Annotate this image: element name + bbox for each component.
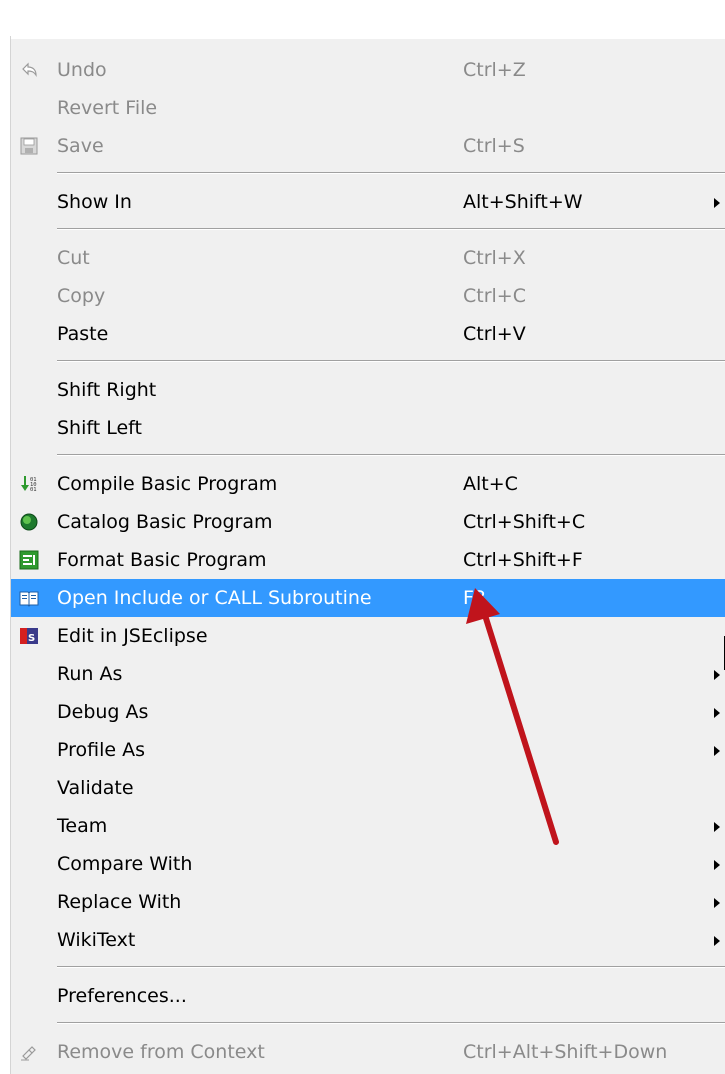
menu-item-open-include-or-call-subroutine[interactable]: Open Include or CALL Subroutine F3 [11, 579, 725, 617]
menu-item-label: Shift Right [57, 379, 157, 401]
menu-item-label: Show In [57, 191, 132, 213]
menu-item-compare-with[interactable]: Compare With [11, 845, 725, 883]
submenu-arrow-icon [714, 822, 720, 832]
menu-item-label: Format Basic Program [57, 549, 267, 571]
menu-item-wikitext[interactable]: WikiText [11, 921, 725, 959]
menu-item-shortcut: Ctrl+Z [463, 59, 526, 81]
menu-item-label: Open Include or CALL Subroutine [57, 587, 372, 609]
menu-item-label: Undo [57, 59, 107, 81]
menu-separator [57, 172, 725, 174]
format-document-icon [19, 550, 39, 570]
menu-item-label: Remove from Context [57, 1041, 265, 1063]
menu-item-copy[interactable]: Copy Ctrl+C [11, 277, 725, 315]
menu-item-format-basic-program[interactable]: Format Basic Program Ctrl+Shift+F [11, 541, 725, 579]
menu-item-catalog-basic-program[interactable]: Catalog Basic Program Ctrl+Shift+C [11, 503, 725, 541]
menu-item-profile-as[interactable]: Profile As [11, 731, 725, 769]
menu-item-shortcut: Ctrl+Shift+F [463, 549, 583, 571]
svg-text:01: 01 [30, 487, 37, 493]
menu-item-shift-right[interactable]: Shift Right [11, 371, 725, 409]
menu-item-label: Profile As [57, 739, 146, 761]
submenu-arrow-icon [714, 746, 720, 756]
save-icon [20, 137, 38, 155]
catalog-globe-icon [20, 513, 38, 531]
menu-top-edge [11, 36, 725, 39]
menu-item-shortcut: F3 [463, 587, 487, 609]
menu-item-label: Compare With [57, 853, 193, 875]
menu-item-label: Catalog Basic Program [57, 511, 273, 533]
menu-item-label: Edit in JSEclipse [57, 625, 208, 647]
context-menu: Undo Ctrl+Z Revert File Save Ctrl+S Show… [10, 36, 725, 1074]
menu-item-shortcut: Ctrl+C [463, 285, 526, 307]
menu-item-label: Compile Basic Program [57, 473, 278, 495]
menu-item-show-in[interactable]: Show In Alt+Shift+W [11, 183, 725, 221]
menu-item-label: Paste [57, 323, 109, 345]
menu-item-label: Team [57, 815, 108, 837]
submenu-arrow-icon [714, 708, 720, 718]
jseclipse-icon: S [20, 628, 38, 644]
menu-item-label: Revert File [57, 97, 158, 119]
menu-separator [57, 454, 725, 456]
menu-item-shift-left[interactable]: Shift Left [11, 409, 725, 447]
submenu-arrow-icon [714, 198, 720, 208]
menu-item-replace-with[interactable]: Replace With [11, 883, 725, 921]
menu-item-paste[interactable]: Paste Ctrl+V [11, 315, 725, 353]
menu-item-label: WikiText [57, 929, 136, 951]
menu-item-remove-from-context[interactable]: Remove from Context Ctrl+Alt+Shift+Down [11, 1033, 725, 1071]
menu-separator [57, 966, 725, 968]
menu-item-label: Copy [57, 285, 106, 307]
menu-item-validate[interactable]: Validate [11, 769, 725, 807]
undo-icon [22, 62, 37, 77]
menu-item-label: Debug As [57, 701, 149, 723]
menu-item-shortcut: Ctrl+V [463, 323, 526, 345]
menu-item-label: Run As [57, 663, 123, 685]
menu-item-label: Cut [57, 247, 90, 269]
menu-item-label: Preferences... [57, 985, 187, 1007]
menu-item-revert-file[interactable]: Revert File [11, 89, 725, 127]
menu-item-label: Replace With [57, 891, 182, 913]
menu-item-edit-in-jseclipse[interactable]: S Edit in JSEclipse [11, 617, 725, 655]
submenu-arrow-icon [714, 898, 720, 908]
menu-item-cut[interactable]: Cut Ctrl+X [11, 239, 725, 277]
menu-item-save[interactable]: Save Ctrl+S [11, 127, 725, 165]
menu-item-shortcut: Alt+Shift+W [463, 191, 583, 213]
menu-item-run-as[interactable]: Run As [11, 655, 725, 693]
menu-item-undo[interactable]: Undo Ctrl+Z [11, 51, 725, 89]
menu-item-shortcut: Alt+C [463, 473, 518, 495]
menu-item-label: Shift Left [57, 417, 142, 439]
menu-item-shortcut: Ctrl+X [463, 247, 526, 269]
submenu-arrow-icon [714, 670, 720, 680]
menu-separator [57, 228, 725, 230]
compile-binary-icon: 01 10 01 [21, 476, 37, 493]
menu-separator [57, 1022, 725, 1024]
menu-item-compile-basic-program[interactable]: 01 10 01 Compile Basic Program Alt+C [11, 465, 725, 503]
menu-separator [57, 360, 725, 362]
menu-item-shortcut: Ctrl+Alt+Shift+Down [463, 1041, 668, 1063]
svg-text:S: S [28, 633, 35, 644]
open-book-icon [19, 591, 39, 607]
menu-item-team[interactable]: Team [11, 807, 725, 845]
remove-context-icon [21, 1046, 36, 1061]
menu-item-shortcut: Ctrl+S [463, 135, 525, 157]
menu-item-debug-as[interactable]: Debug As [11, 693, 725, 731]
menu-item-label: Save [57, 135, 104, 157]
menu-item-label: Validate [57, 777, 134, 799]
submenu-arrow-icon [714, 936, 720, 946]
menu-item-shortcut: Ctrl+Shift+C [463, 511, 586, 533]
menu-item-preferences[interactable]: Preferences... [11, 977, 725, 1015]
submenu-arrow-icon [714, 860, 720, 870]
